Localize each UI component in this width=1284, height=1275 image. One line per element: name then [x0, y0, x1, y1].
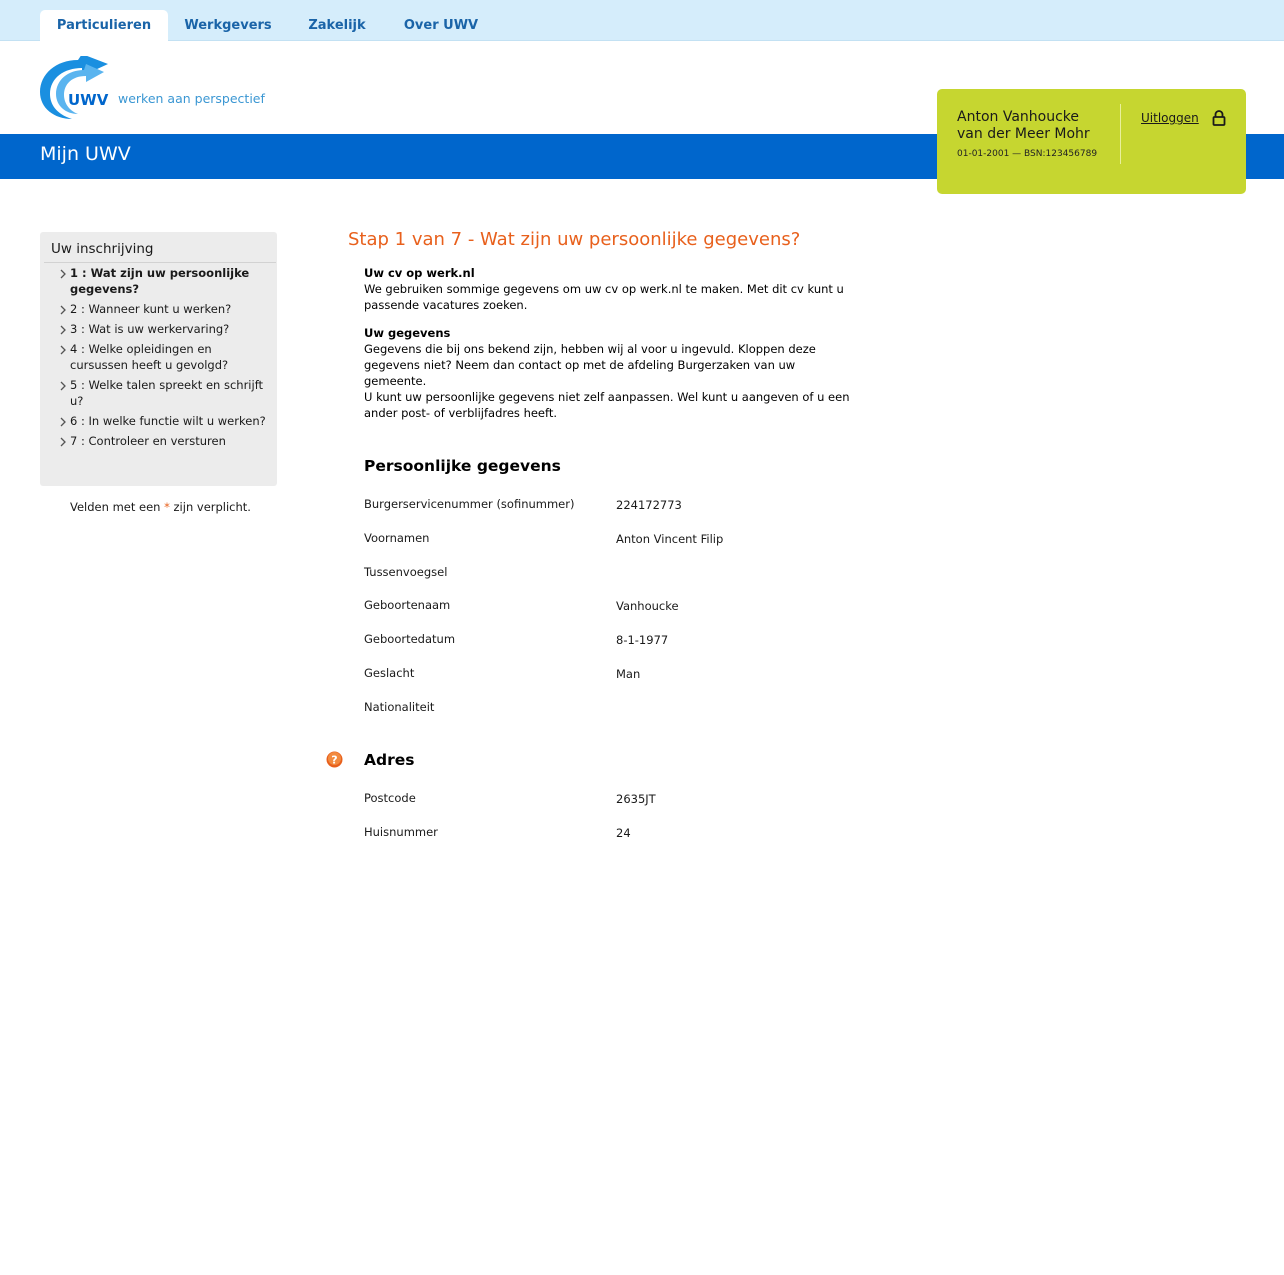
sidebar-divider — [44, 262, 276, 263]
page-title: Mijn UWV — [40, 143, 131, 165]
sidebar-step-4[interactable]: 4 : Welke opleidingen en cursussen heeft… — [70, 341, 270, 373]
field-label-voornamen: Voornamen — [364, 531, 430, 545]
chevron-right-icon — [60, 437, 66, 447]
tab-zakelijk[interactable]: Zakelijk — [292, 10, 382, 41]
personal-data-heading: Persoonlijke gegevens — [364, 457, 561, 475]
lock-icon[interactable] — [1212, 110, 1226, 126]
sidebar-step-6[interactable]: 6 : In welke functie wilt u werken? — [70, 413, 270, 429]
chevron-right-icon — [60, 345, 66, 355]
field-label-huisnummer: Huisnummer — [364, 825, 438, 839]
chevron-right-icon — [60, 269, 66, 279]
field-value-geboortenaam: Vanhoucke — [616, 599, 679, 613]
logo-tagline: werken aan perspectief — [118, 91, 265, 106]
chevron-right-icon — [60, 325, 66, 335]
field-label-geslacht: Geslacht — [364, 666, 415, 680]
tab-particulieren[interactable]: Particulieren — [40, 10, 168, 41]
field-label-bsn: Burgerservicenummer (sofinummer) — [364, 497, 575, 511]
tab-werkgevers[interactable]: Werkgevers — [172, 10, 284, 41]
field-label-tussenvoegsel: Tussenvoegsel — [364, 565, 448, 579]
field-value-voornamen: Anton Vincent Filip — [616, 532, 724, 546]
field-label-postcode: Postcode — [364, 791, 416, 805]
aanpassen-text: U kunt uw persoonlijke gegevens niet zel… — [364, 390, 850, 420]
field-value-geboortedatum: 8-1-1977 — [616, 633, 669, 647]
chevron-right-icon — [60, 381, 66, 391]
user-name-line1: Anton Vanhoucke — [957, 109, 1080, 125]
sidebar-step-7[interactable]: 7 : Controleer en versturen — [70, 433, 270, 449]
field-value-bsn: 224172773 — [616, 498, 682, 512]
field-value-geslacht: Man — [616, 667, 641, 681]
cv-heading: Uw cv op werk.nl — [364, 266, 475, 280]
user-birthdate-bsn: 01-01-2001 — BSN:123456789 — [957, 149, 1098, 159]
step-title: Stap 1 van 7 - Wat zijn uw persoonlijke … — [348, 229, 801, 250]
chevron-right-icon — [60, 305, 66, 315]
sidebar-step-1[interactable]: 1 : Wat zijn uw persoonlijke gegevens? — [70, 265, 270, 297]
uwv-swoosh-icon: UWV — [40, 54, 109, 119]
user-name-line2: van der Meer Mohr — [957, 126, 1090, 142]
required-note-after: zijn verplicht. — [169, 500, 251, 514]
field-value-postcode: 2635JT — [616, 792, 656, 806]
top-navigation: Particulieren Werkgevers Zakelijk Over U… — [0, 0, 1284, 41]
cv-text: We gebruiken sommige gegevens om uw cv o… — [364, 282, 844, 312]
gegevens-text: Gegevens die bij ons bekend zijn, hebben… — [364, 342, 816, 388]
logout-link[interactable]: Uitloggen — [1141, 111, 1199, 125]
svg-text:?: ? — [331, 754, 337, 767]
field-label-geboortedatum: Geboortedatum — [364, 632, 456, 646]
address-heading: Adres — [364, 751, 415, 769]
tab-over-uwv[interactable]: Over UWV — [390, 10, 492, 41]
field-value-huisnummer: 24 — [616, 826, 631, 840]
sidebar-step-2[interactable]: 2 : Wanneer kunt u werken? — [70, 301, 270, 317]
required-note-before: Velden met een — [70, 500, 165, 514]
help-icon[interactable]: ? — [326, 751, 343, 768]
required-fields-note: Velden met een * zijn verplicht. — [70, 500, 251, 514]
gegevens-heading: Uw gegevens — [364, 326, 451, 340]
uwv-logo[interactable]: UWV werken aan perspectief — [38, 54, 278, 122]
sidebar-title: Uw inschrijving — [51, 241, 154, 257]
field-label-nationaliteit: Nationaliteit — [364, 700, 435, 714]
sidebar-step-5[interactable]: 5 : Welke talen spreekt en schrijft u? — [70, 377, 270, 409]
steps-sidebar: Uw inschrijving 1 : Wat zijn uw persoonl… — [40, 232, 277, 486]
chevron-right-icon — [60, 417, 66, 427]
sidebar-step-3[interactable]: 3 : Wat is uw werkervaring? — [70, 321, 270, 337]
user-box-divider — [1120, 104, 1121, 164]
svg-text:UWV: UWV — [68, 91, 109, 109]
field-label-geboortenaam: Geboortenaam — [364, 598, 451, 612]
user-info-box: Anton Vanhoucke van der Meer Mohr 01-01-… — [937, 89, 1246, 194]
